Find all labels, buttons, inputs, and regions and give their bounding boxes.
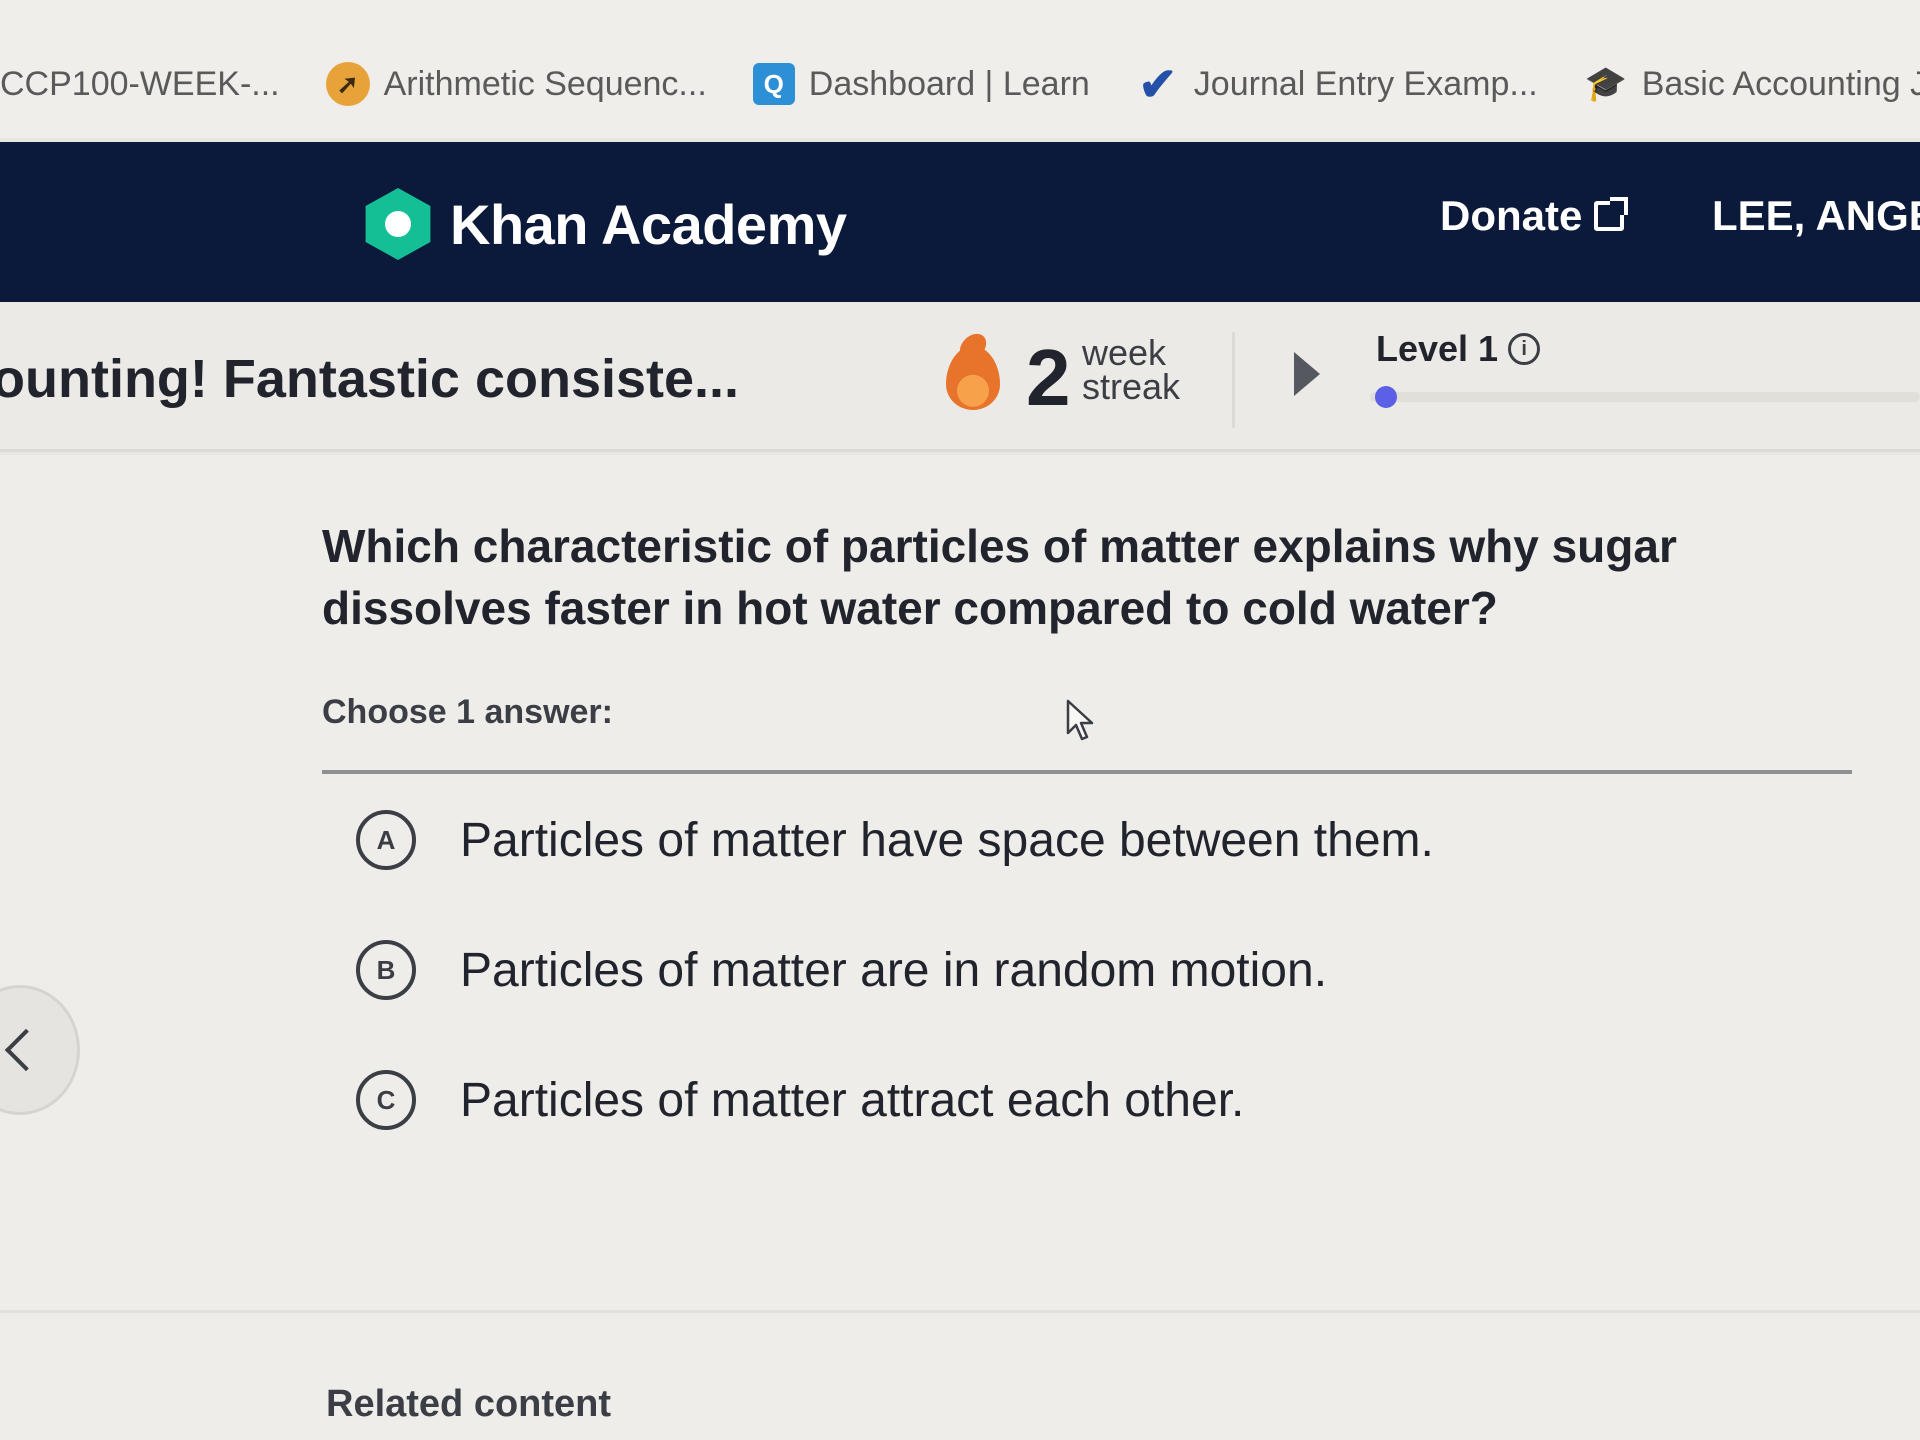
choice-letter-a: A: [356, 810, 416, 870]
brand-name: Khan Academy: [450, 192, 847, 256]
level-indicator: Level 1 i: [1376, 328, 1541, 370]
exercise-area: Which characteristic of particles of mat…: [0, 455, 1920, 1440]
donate-link[interactable]: Donate: [1440, 192, 1629, 240]
encouragement-message: ounting! Fantastic consiste...: [0, 349, 740, 409]
streak-count: 2: [1026, 333, 1071, 422]
progress-status-bar: ounting! Fantastic consiste... 2 week st…: [0, 302, 1920, 452]
question-prompt: Which characteristic of particles of mat…: [322, 520, 1677, 634]
choice-letter-b: B: [356, 940, 416, 1000]
level-progress-dot: [1375, 386, 1397, 408]
answer-choice-a[interactable]: A Particles of matter have space between…: [356, 810, 1434, 870]
answer-choice-c[interactable]: C Particles of matter attract each other…: [356, 1070, 1244, 1130]
flame-icon: [946, 346, 1000, 410]
choice-text-c: Particles of matter attract each other.: [460, 1073, 1245, 1127]
bookmark-label: Dashboard | Learn: [808, 64, 1090, 103]
answers-divider: [322, 770, 1852, 774]
checkmark-icon: ✔: [1138, 58, 1178, 110]
user-menu[interactable]: LEE, ANGE: [1712, 192, 1920, 240]
streak-unit: week streak: [1082, 332, 1181, 407]
answer-choice-b[interactable]: B Particles of matter are in random moti…: [356, 940, 1327, 1000]
choice-text-b: Particles of matter are in random motion…: [460, 943, 1328, 997]
play-icon[interactable]: [1294, 352, 1320, 396]
bookmark-ccp100[interactable]: CCP100-WEEK-...: [0, 65, 280, 104]
bookmark-dashboard-learn[interactable]: Q Dashboard | Learn: [752, 63, 1090, 105]
level-label: Level 1: [1376, 328, 1499, 369]
answer-instruction: Choose 1 answer:: [322, 693, 613, 731]
choice-letter-c: C: [356, 1070, 416, 1130]
bookmark-label: CCP100-WEEK-...: [0, 64, 280, 103]
bookmark-journal-entry[interactable]: ✔ Journal Entry Examp...: [1136, 58, 1538, 110]
bookmark-arithmetic-sequences[interactable]: ➚ Arithmetic Sequenc...: [325, 62, 707, 106]
info-icon[interactable]: i: [1508, 333, 1541, 365]
previous-button[interactable]: [0, 985, 80, 1115]
streak-unit-week: week: [1082, 332, 1167, 373]
choice-text-a: Particles of matter have space between t…: [460, 813, 1434, 867]
status-divider: [1232, 332, 1235, 428]
bookmark-basic-accounting[interactable]: 🎓 Basic Accounting Jo...: [1584, 62, 1920, 106]
related-content-heading: Related content: [326, 1383, 612, 1425]
bookmark-label: Arithmetic Sequenc...: [383, 64, 707, 103]
level-progress-bar: [1370, 386, 1920, 408]
streak-unit-streak: streak: [1082, 366, 1181, 407]
rocket-icon: ➚: [325, 62, 370, 106]
mouse-cursor-icon: [1066, 699, 1094, 741]
chevron-left-icon: [4, 1028, 48, 1072]
khan-academy-logo[interactable]: Khan Academy: [362, 188, 847, 260]
graduation-cap-icon: 🎓: [1584, 65, 1627, 103]
khan-academy-logo-icon: [365, 188, 431, 260]
bookmark-label: Journal Entry Examp...: [1193, 64, 1538, 103]
q-logo-icon: Q: [752, 63, 795, 105]
bookmarks-bar: CCP100-WEEK-... ➚ Arithmetic Sequenc... …: [0, 0, 1920, 138]
top-nav: Khan Academy Donate LEE, ANGE: [0, 142, 1920, 302]
bookmark-label: Basic Accounting Jo...: [1641, 64, 1920, 103]
donate-label: Donate: [1440, 192, 1583, 239]
external-link-icon: [1594, 197, 1629, 231]
footer-divider: [0, 1310, 1920, 1313]
